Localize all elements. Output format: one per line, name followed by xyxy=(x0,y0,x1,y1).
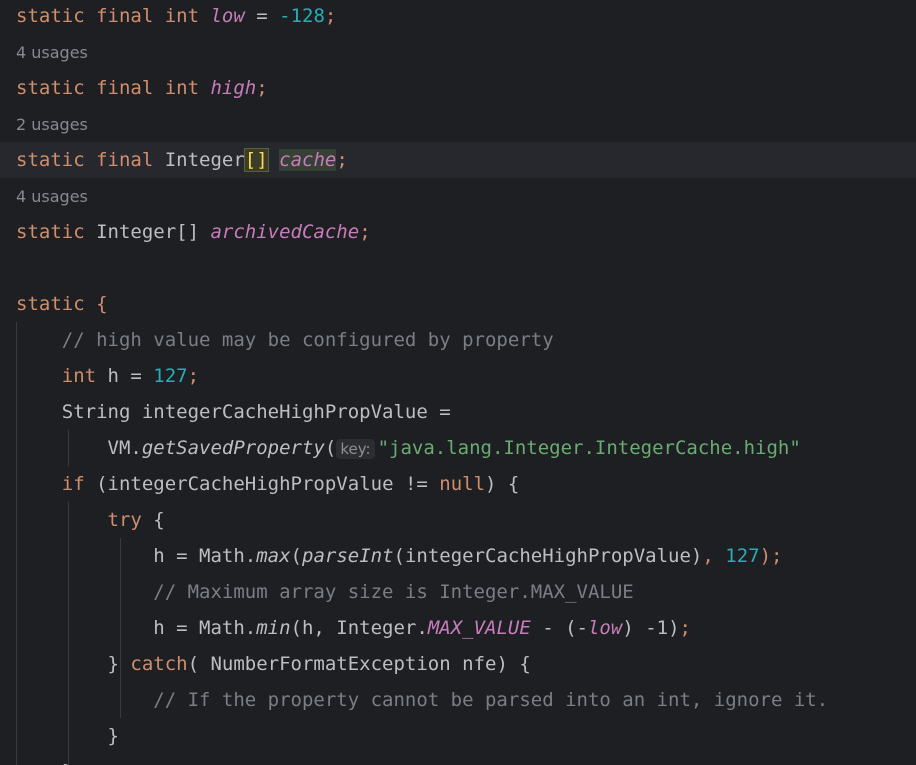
code-token: catch xyxy=(130,653,188,675)
code-token: archivedCache xyxy=(210,221,360,243)
code-token: (integerCacheHighPropValue) xyxy=(393,545,703,567)
code-token: h = xyxy=(107,365,154,387)
code-line[interactable]: static final int low = -128; xyxy=(0,0,916,34)
code-token: ) -1) xyxy=(622,617,680,639)
code-token: h = Math. xyxy=(16,617,257,639)
code-token: Integer xyxy=(164,149,245,171)
code-token: if xyxy=(61,473,97,495)
code-token: // If the property cannot be parsed into… xyxy=(16,689,829,711)
code-token: low xyxy=(210,5,245,27)
code-line[interactable]: } xyxy=(0,754,916,765)
code-token: ; xyxy=(336,149,348,171)
code-line[interactable]: try { xyxy=(0,502,916,538)
code-token: (h, Integer. xyxy=(290,617,428,639)
code-token: static final int xyxy=(16,77,211,99)
code-token: } xyxy=(16,653,131,675)
code-line[interactable]: int h = 127; xyxy=(0,358,916,394)
code-token: static xyxy=(16,293,97,315)
code-token: ( NumberFormatException nfe) { xyxy=(187,653,531,675)
code-token: 127 xyxy=(153,365,188,387)
code-line[interactable]: } catch( NumberFormatException nfe) { xyxy=(0,646,916,682)
code-token: Integer[] xyxy=(96,221,211,243)
code-line[interactable]: // Maximum array size is Integer.MAX_VAL… xyxy=(0,574,916,610)
code-token: (integerCacheHighPropValue != xyxy=(96,473,440,495)
code-line[interactable]: // If the property cannot be parsed into… xyxy=(0,682,916,718)
code-line[interactable]: String integerCacheHighPropValue = xyxy=(0,394,916,430)
code-token: ) { xyxy=(485,473,520,495)
code-token: parseInt xyxy=(302,545,394,567)
code-token: } xyxy=(16,725,119,747)
code-token: h = Math. xyxy=(16,545,257,567)
code-token: static xyxy=(16,221,97,243)
code-token: { xyxy=(96,293,108,315)
code-token: cache xyxy=(279,149,337,171)
code-token: VM. xyxy=(16,437,142,459)
code-token: try xyxy=(107,509,154,531)
code-token: ; xyxy=(187,365,200,387)
code-token: low xyxy=(587,617,623,639)
code-line[interactable]: } xyxy=(0,718,916,754)
code-line[interactable]: static { xyxy=(0,286,916,322)
code-token: static final xyxy=(16,149,165,171)
code-line[interactable]: static final int high; xyxy=(0,70,916,106)
code-token: ; xyxy=(256,77,268,99)
code-token: max xyxy=(256,545,291,567)
code-token: min xyxy=(256,617,291,639)
code-token: String integerCacheHighPropValue = xyxy=(16,401,451,423)
code-line[interactable]: VM.getSavedProperty(key: "java.lang.Integ… xyxy=(0,430,916,466)
usages-hint-label[interactable]: 4 usages xyxy=(16,43,88,62)
code-token: } xyxy=(16,761,73,765)
code-line[interactable]: h = Math.max(parseInt(integerCacheHighPr… xyxy=(0,538,916,574)
usages-hint[interactable]: 4 usages xyxy=(0,34,916,70)
code-token: getSavedProperty xyxy=(141,437,325,459)
code-token: "java.lang.Integer.IntegerCache.high" xyxy=(377,437,801,459)
code-token: int xyxy=(61,365,108,387)
code-token: -128 xyxy=(279,5,325,27)
code-token: { xyxy=(153,509,165,531)
code-line[interactable] xyxy=(0,250,916,286)
code-token: // high value may be configured by prope… xyxy=(16,329,554,351)
code-token: static final int xyxy=(16,5,211,27)
code-line[interactable]: static Integer[] archivedCache; xyxy=(0,214,916,250)
usages-hint-label[interactable]: 2 usages xyxy=(16,115,88,134)
code-token: high xyxy=(210,77,257,99)
code-token: ); xyxy=(759,545,783,567)
code-line[interactable]: static final Integer[] cache; xyxy=(0,142,916,178)
code-token: ( xyxy=(290,545,302,567)
code-token: = xyxy=(244,5,280,27)
code-line[interactable]: // high value may be configured by prope… xyxy=(0,322,916,358)
code-token: ; xyxy=(679,617,691,639)
code-token: ( xyxy=(324,437,337,459)
code-token: // Maximum array size is Integer.MAX_VAL… xyxy=(16,581,634,603)
parameter-hint: key: xyxy=(336,439,375,459)
code-token: null xyxy=(439,473,486,495)
usages-hint[interactable]: 4 usages xyxy=(0,178,916,214)
usages-hint-label[interactable]: 4 usages xyxy=(16,187,88,206)
usages-hint[interactable]: 2 usages xyxy=(0,106,916,142)
code-editor[interactable]: static final int low = -128; 4 usages stat… xyxy=(0,0,916,765)
code-token: ; xyxy=(359,221,371,243)
code-line[interactable]: if (integerCacheHighPropValue != null) { xyxy=(0,466,916,502)
code-token: MAX_VALUE xyxy=(427,617,531,639)
code-token: 127 xyxy=(725,545,760,567)
code-token: [] xyxy=(243,148,269,172)
code-token: , xyxy=(702,545,726,567)
code-token: - (- xyxy=(530,617,588,639)
code-line[interactable]: h = Math.min(h, Integer.MAX_VALUE - (-lo… xyxy=(0,610,916,646)
code-token: ; xyxy=(324,5,337,27)
